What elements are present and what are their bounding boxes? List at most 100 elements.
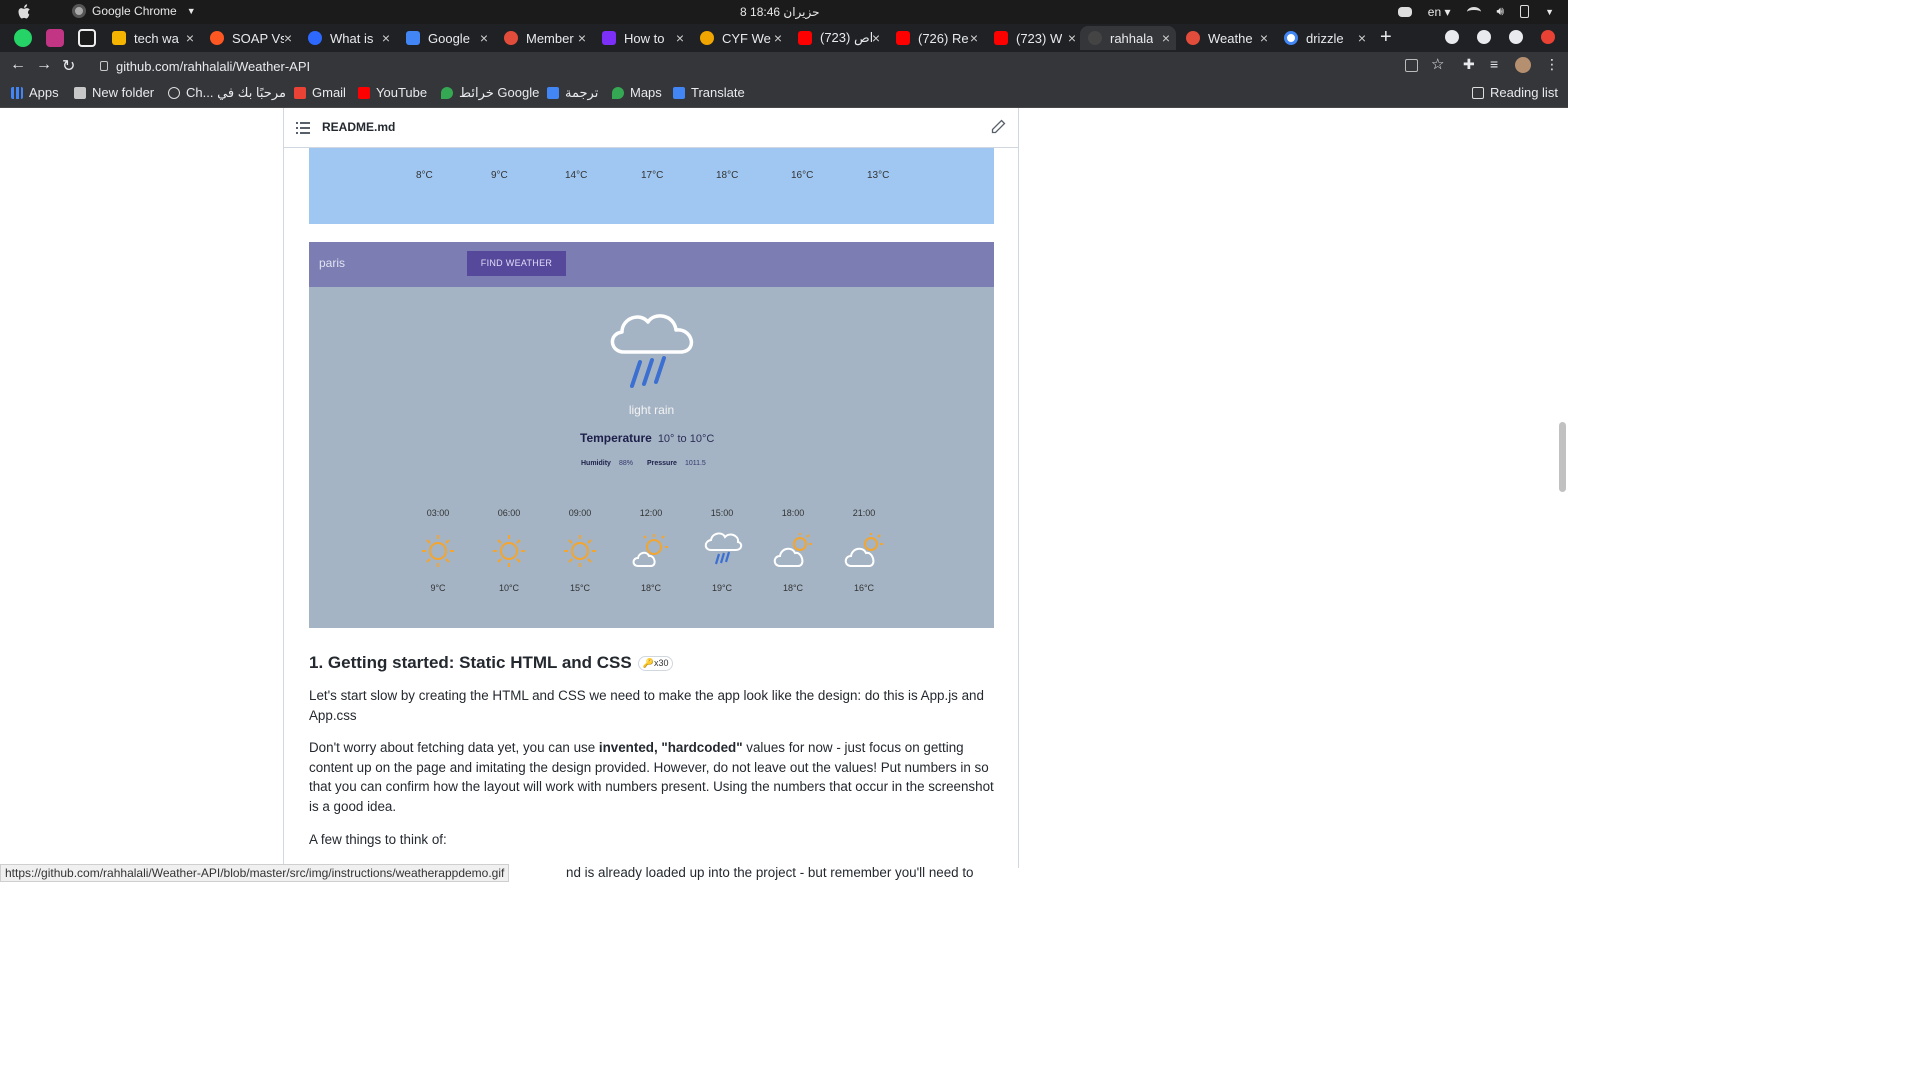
clock[interactable]: 8 حزيران 18:46 — [740, 5, 820, 19]
bookmark-translate[interactable]: Translate — [673, 85, 745, 100]
paragraph: nd is already loaded up into the project… — [566, 865, 974, 880]
bookmark-label: Maps — [630, 85, 662, 100]
reload-button[interactable]: ↻ — [62, 56, 75, 76]
points-badge: 🔑x30 — [637, 655, 674, 671]
extensions-icon[interactable]: ✚ — [1463, 56, 1479, 72]
close-tab-icon[interactable]: × — [284, 30, 292, 46]
bookmarks-bar: Apps New folder Ch... مرحبًا بك في Gmail… — [0, 80, 1568, 108]
tab-google-translate[interactable]: Google × — [398, 26, 494, 50]
hour-time: 09:00 — [568, 508, 592, 518]
folder-icon — [74, 86, 86, 99]
close-tab-icon[interactable]: × — [774, 30, 782, 46]
minimize-window-icon[interactable] — [1477, 30, 1491, 44]
bookmark-label: Gmail — [312, 85, 346, 100]
tab-drizzle[interactable]: drizzle × — [1276, 26, 1372, 50]
gmail-icon — [294, 86, 306, 99]
battery-icon[interactable] — [1520, 5, 1530, 18]
edit-pencil-icon[interactable] — [990, 119, 1006, 135]
close-tab-icon[interactable]: × — [480, 30, 488, 46]
system-tray: en ▾ 🔊︎ ▼ — [1397, 4, 1554, 19]
reading-list-button[interactable]: Reading list — [1472, 85, 1558, 100]
bookmark-arabic-welcome[interactable]: Ch... مرحبًا بك في — [168, 85, 286, 101]
pressure-label: Pressure — [646, 460, 677, 467]
temperature-label: Temperature — [580, 431, 652, 445]
pinned-tab-trello-icon[interactable] — [78, 29, 96, 47]
bookmark-label: YouTube — [376, 85, 428, 100]
pinned-tab-whatsapp-icon[interactable] — [14, 29, 32, 47]
scrollbar-thumb[interactable] — [1559, 422, 1566, 492]
bookmark-maps[interactable]: Maps — [612, 85, 662, 100]
media-control-icon[interactable]: ≡ — [1490, 56, 1506, 72]
bookmark-star-icon[interactable]: ☆ — [1431, 55, 1447, 73]
new-tab-button[interactable]: + — [1380, 26, 1392, 49]
close-tab-icon[interactable]: × — [382, 30, 390, 46]
tab-title: rahhala — [1110, 30, 1154, 46]
status-bar-url: https://github.com/rahhalali/Weather-API… — [0, 864, 510, 882]
active-app-menu[interactable]: Google Chrome ▼ — [72, 4, 196, 18]
sun-cloud-icon — [632, 534, 668, 567]
section-heading: 1. Getting started: Static HTML and CSS … — [309, 653, 674, 673]
discord-icon[interactable] — [1397, 6, 1412, 17]
city-input[interactable]: paris — [319, 256, 345, 270]
tab-member[interactable]: Member × — [496, 26, 592, 50]
hour-temp: 15°C — [569, 583, 591, 593]
forward-button[interactable]: → — [36, 56, 52, 74]
translate-page-icon[interactable] — [1405, 59, 1418, 72]
tab-search-icon[interactable] — [1445, 30, 1459, 44]
tab-title: SOAP Vs — [232, 30, 284, 46]
tab-what-is[interactable]: What is × — [300, 26, 396, 50]
translate-favicon-icon — [406, 31, 420, 45]
tab-youtube-2[interactable]: (726) Re × — [888, 26, 984, 50]
close-tab-icon[interactable]: × — [872, 30, 880, 46]
close-tab-icon[interactable]: × — [578, 30, 586, 46]
bookmark-google-maps-ar[interactable]: خرائط Google — [441, 85, 539, 101]
bookmark-youtube[interactable]: YouTube — [358, 85, 427, 100]
power-menu-icon[interactable]: ▼ — [1545, 7, 1554, 17]
tab-title: Member — [526, 30, 574, 46]
bookmark-label: Translate — [691, 85, 745, 100]
close-window-icon[interactable] — [1541, 30, 1555, 44]
volume-icon[interactable]: 🔊︎ — [1497, 4, 1505, 19]
find-weather-button[interactable]: FIND WEATHER — [467, 251, 566, 276]
chrome-menu-icon[interactable]: ⋮ — [1545, 56, 1561, 72]
close-tab-icon[interactable]: × — [186, 30, 194, 46]
tab-github-rahhalali[interactable]: rahhala × — [1080, 26, 1176, 50]
close-tab-icon[interactable]: × — [676, 30, 684, 46]
forecast-temp: 14°C — [565, 170, 588, 181]
close-tab-icon[interactable]: × — [1162, 30, 1170, 46]
address-bar[interactable]: github.com/rahhalali/Weather-API — [90, 54, 1430, 78]
tab-title: Weathe — [1208, 30, 1253, 46]
tab-title: (723) اص — [820, 30, 874, 45]
maximize-window-icon[interactable] — [1509, 30, 1523, 44]
tab-youtube-3[interactable]: (723) W × — [986, 26, 1082, 50]
bookmark-new-folder[interactable]: New folder — [74, 85, 154, 100]
bookmark-gmail[interactable]: Gmail — [294, 85, 346, 100]
chevron-down-icon: ▼ — [186, 6, 196, 16]
weather-demo-image[interactable]: paris FIND WEATHER light rain Temperatur… — [309, 242, 994, 628]
tab-weather[interactable]: Weathe × — [1178, 26, 1274, 50]
bookmark-translate-ar[interactable]: ترجمة — [547, 85, 598, 101]
tab-title: (723) W — [1016, 30, 1063, 46]
outline-list-icon[interactable] — [296, 122, 310, 134]
close-tab-icon[interactable]: × — [1068, 30, 1076, 46]
close-tab-icon[interactable]: × — [1260, 30, 1268, 46]
wifi-icon[interactable] — [1466, 6, 1481, 17]
close-tab-icon[interactable]: × — [970, 30, 978, 46]
tab-cyf-weather[interactable]: CYF We × — [692, 26, 788, 50]
hour-temp: 18°C — [782, 583, 804, 593]
language-selector[interactable]: en ▾ — [1428, 5, 1451, 19]
tab-how-to[interactable]: How to × — [594, 26, 690, 50]
how-to-favicon-icon — [602, 31, 616, 45]
apple-icon[interactable] — [18, 4, 32, 20]
tab-tech-wa[interactable]: tech wa × — [104, 26, 200, 50]
lock-icon[interactable] — [100, 61, 108, 71]
tab-soap[interactable]: SOAP Vs × — [202, 26, 298, 50]
pinned-tab-instagram-icon[interactable] — [46, 29, 64, 47]
temperature-range: 10° to 10°C — [657, 433, 715, 445]
profile-avatar[interactable] — [1515, 57, 1531, 73]
bookmark-apps[interactable]: Apps — [11, 85, 59, 100]
tab-youtube-1[interactable]: (723) اص × — [790, 26, 886, 50]
tab-title: drizzle — [1306, 30, 1344, 46]
back-button[interactable]: ← — [10, 56, 26, 74]
close-tab-icon[interactable]: × — [1358, 30, 1366, 46]
